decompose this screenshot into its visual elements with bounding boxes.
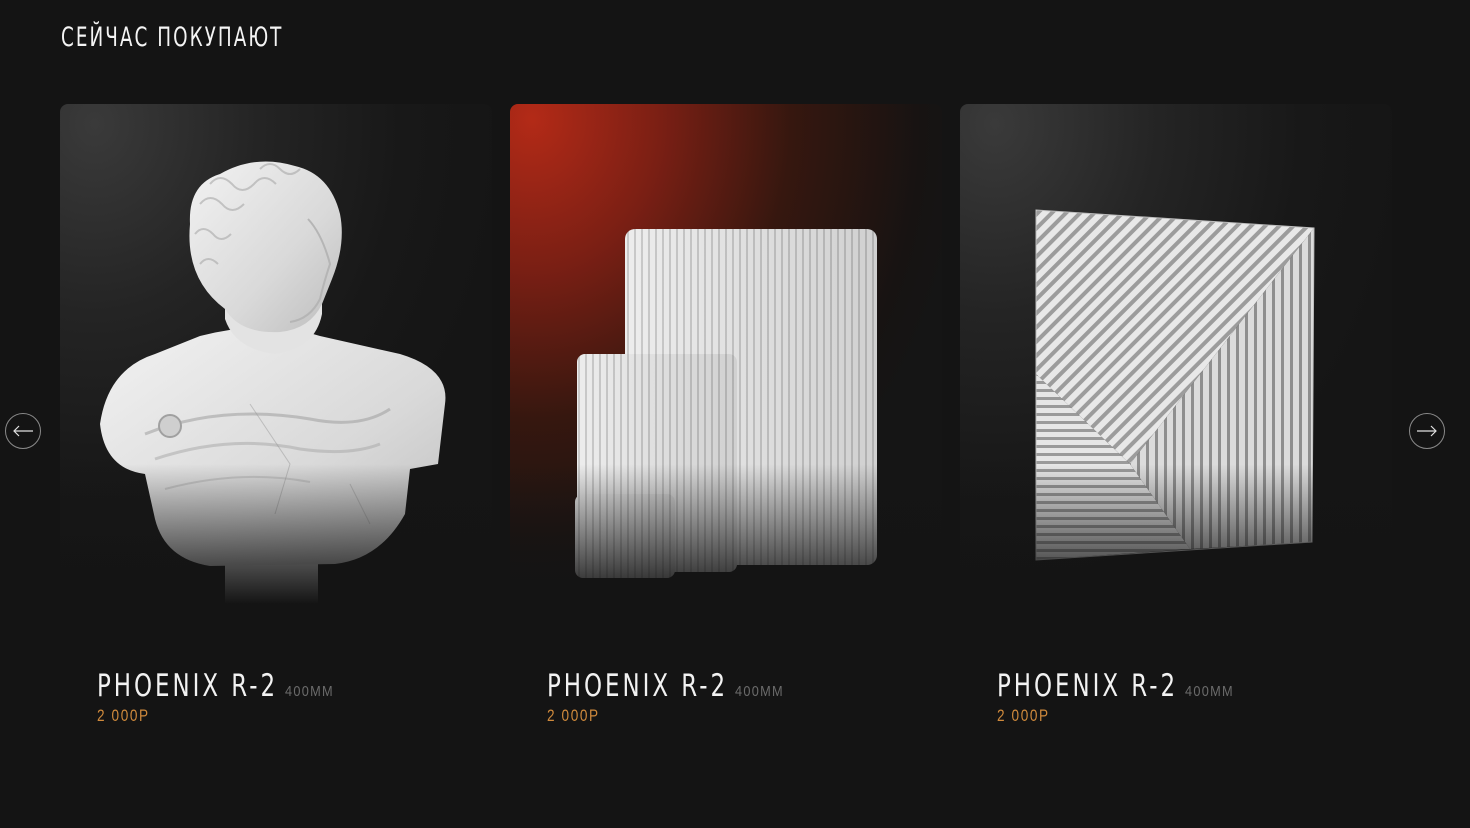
product-name[interactable]: PHOENIX R-2 bbox=[97, 668, 278, 704]
section-title: СЕЙЧАС ПОКУПАЮТ bbox=[61, 22, 284, 53]
arrow-right-icon bbox=[1417, 425, 1437, 437]
marble-bust-image bbox=[100, 161, 446, 604]
prev-button[interactable] bbox=[5, 413, 41, 449]
product-image-container[interactable] bbox=[510, 104, 942, 604]
wall-panel-image bbox=[1035, 209, 1315, 561]
product-size: 400MM bbox=[1185, 683, 1234, 700]
arrow-left-icon bbox=[13, 425, 33, 437]
ribbed-vases-image bbox=[575, 229, 877, 578]
product-card[interactable]: PHOENIX R-2 400MM 2 000P bbox=[510, 104, 942, 725]
product-card[interactable]: PHOENIX R-2 400MM 2 000P bbox=[60, 104, 492, 725]
product-price: 2 000P bbox=[547, 706, 600, 725]
next-button[interactable] bbox=[1409, 413, 1445, 449]
product-image-container[interactable] bbox=[960, 104, 1392, 604]
product-name[interactable]: PHOENIX R-2 bbox=[547, 668, 728, 704]
product-price: 2 000P bbox=[97, 706, 150, 725]
product-card[interactable]: PHOENIX R-2 400MM 2 000P bbox=[960, 104, 1392, 725]
product-info: PHOENIX R-2 400MM 2 000P bbox=[547, 668, 947, 726]
product-name[interactable]: PHOENIX R-2 bbox=[997, 668, 1178, 704]
product-size: 400MM bbox=[285, 683, 334, 700]
product-info: PHOENIX R-2 400MM 2 000P bbox=[97, 668, 497, 726]
product-info: PHOENIX R-2 400MM 2 000P bbox=[997, 668, 1397, 726]
product-size: 400MM bbox=[735, 683, 784, 700]
product-image-container[interactable] bbox=[60, 104, 492, 604]
product-price: 2 000P bbox=[997, 706, 1050, 725]
popular-products-section: СЕЙЧАС ПОКУПАЮТ PHOENIX R-2 400MM 2 000P… bbox=[0, 0, 1470, 828]
